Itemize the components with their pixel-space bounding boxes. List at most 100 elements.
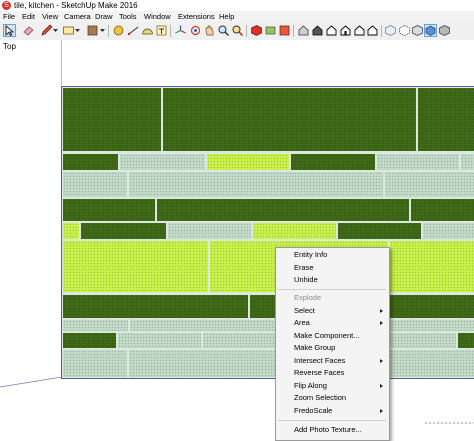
red-axis-dotted-line — [425, 422, 474, 424]
text-icon[interactable] — [155, 24, 168, 37]
chevron-down-icon[interactable] — [74, 24, 81, 37]
tile[interactable] — [63, 333, 116, 348]
paint-bucket-icon[interactable] — [86, 24, 99, 37]
context-menu-entity-info[interactable]: Entity Info — [276, 249, 389, 262]
menu-camera[interactable]: Camera — [64, 11, 91, 22]
toolbar-divider — [170, 25, 171, 37]
toolbar-divider — [381, 25, 382, 37]
tile[interactable] — [63, 88, 161, 151]
context-menu-reverse-faces[interactable]: Reverse Faces — [276, 367, 389, 380]
tile-wall[interactable] — [61, 86, 474, 379]
context-menu-make-component[interactable]: Make Component... — [276, 330, 389, 343]
context-menu-item-label: Make Component... — [294, 330, 360, 340]
tile[interactable] — [63, 172, 127, 197]
tape-measure-icon[interactable] — [112, 24, 125, 37]
tile[interactable] — [63, 154, 118, 170]
context-menu-item-label: Intersect Faces — [294, 355, 346, 365]
menu-extensions[interactable]: Extensions — [178, 11, 215, 22]
right-house-icon[interactable] — [339, 24, 352, 37]
wireframe-cube-icon[interactable] — [411, 24, 424, 37]
left-house-icon[interactable] — [366, 24, 379, 37]
modeling-viewport[interactable]: Top Entity Info Erase Unhide Explode Sel… — [0, 40, 474, 441]
tile[interactable] — [129, 172, 383, 197]
dimension-icon[interactable] — [127, 24, 140, 37]
context-menu-area[interactable]: Area — [276, 317, 389, 330]
context-menu-fredoscale[interactable]: FredoScale — [276, 405, 389, 418]
context-menu-select[interactable]: Select — [276, 305, 389, 318]
orbit-icon[interactable] — [189, 24, 202, 37]
context-menu-explode: Explode — [276, 292, 389, 305]
3d-warehouse-icon[interactable] — [250, 24, 263, 37]
textured-cube-icon[interactable] — [424, 24, 437, 37]
chevron-down-icon[interactable] — [52, 24, 59, 37]
red-axis-line — [0, 376, 63, 388]
menu-help[interactable]: Help — [219, 11, 234, 22]
tile[interactable] — [168, 223, 251, 239]
context-menu-item-label: Area — [294, 318, 310, 327]
select-tool-icon[interactable] — [3, 24, 16, 37]
tile[interactable] — [157, 199, 409, 221]
tile[interactable] — [63, 350, 127, 377]
tile[interactable] — [385, 172, 474, 197]
menu-draw[interactable]: Draw — [95, 11, 113, 22]
back-house-icon[interactable] — [353, 24, 366, 37]
context-menu-item-label: Zoom Selection — [294, 393, 347, 402]
tile[interactable] — [461, 154, 474, 170]
context-menu-intersect-faces[interactable]: Intersect Faces — [276, 355, 389, 368]
context-menu-zoom-selection[interactable]: Zoom Selection — [276, 392, 389, 405]
tile[interactable] — [458, 333, 474, 348]
menu-file[interactable]: File — [3, 11, 15, 22]
tile[interactable] — [390, 241, 474, 292]
monochrome-cube-icon[interactable] — [438, 24, 451, 37]
top-house-icon[interactable] — [311, 24, 324, 37]
context-menu-item-label: Entity Info — [294, 250, 328, 259]
context-menu-flip-along[interactable]: Flip Along — [276, 380, 389, 393]
menu-tools[interactable]: Tools — [119, 11, 137, 22]
tile[interactable] — [253, 223, 336, 239]
tile[interactable] — [207, 154, 289, 170]
xray-cube-icon[interactable] — [384, 24, 397, 37]
menu-edit[interactable]: Edit — [22, 11, 35, 22]
context-menu-make-group[interactable]: Make Group — [276, 342, 389, 355]
magnifier-icon[interactable] — [217, 24, 230, 37]
tile[interactable] — [63, 295, 248, 318]
green-axis-line — [61, 40, 62, 85]
toolbar-divider — [108, 25, 109, 37]
submenu-arrow-icon — [380, 383, 383, 388]
hand-icon[interactable] — [203, 24, 216, 37]
tile[interactable] — [418, 88, 474, 151]
tile[interactable] — [163, 88, 416, 151]
tile[interactable] — [377, 154, 459, 170]
front-house-icon[interactable] — [325, 24, 338, 37]
share-icon[interactable] — [264, 24, 277, 37]
back-edges-cube-icon[interactable] — [398, 24, 411, 37]
protractor-icon[interactable] — [141, 24, 154, 37]
tile[interactable] — [118, 333, 201, 348]
tile[interactable] — [203, 333, 286, 348]
context-menu-item-label: Unhide — [294, 275, 318, 284]
tile[interactable] — [63, 320, 128, 331]
tile[interactable] — [120, 154, 205, 170]
tile[interactable] — [338, 223, 421, 239]
context-menu-item-label: FredoScale — [294, 405, 333, 415]
tile[interactable] — [63, 241, 208, 292]
axes-icon[interactable] — [174, 24, 187, 37]
extension-warehouse-icon[interactable] — [278, 24, 291, 37]
tile[interactable] — [63, 223, 79, 239]
context-menu-separator — [278, 289, 386, 290]
context-menu-erase[interactable]: Erase — [276, 262, 389, 275]
tile[interactable] — [291, 154, 375, 170]
menu-bar: File Edit View Camera Draw Tools Window … — [0, 11, 474, 22]
tile[interactable] — [81, 223, 166, 239]
tile[interactable] — [63, 199, 155, 221]
context-menu-item-label: Make Group — [294, 343, 336, 352]
context-menu-unhide[interactable]: Unhide — [276, 274, 389, 287]
zoom-extents-icon[interactable] — [231, 24, 244, 37]
menu-window[interactable]: Window — [144, 11, 171, 22]
menu-view[interactable]: View — [42, 11, 58, 22]
tile[interactable] — [411, 199, 474, 221]
eraser-icon[interactable] — [22, 24, 35, 37]
tile[interactable] — [423, 223, 474, 239]
iso-house-icon[interactable] — [297, 24, 310, 37]
chevron-down-icon[interactable] — [99, 24, 106, 37]
